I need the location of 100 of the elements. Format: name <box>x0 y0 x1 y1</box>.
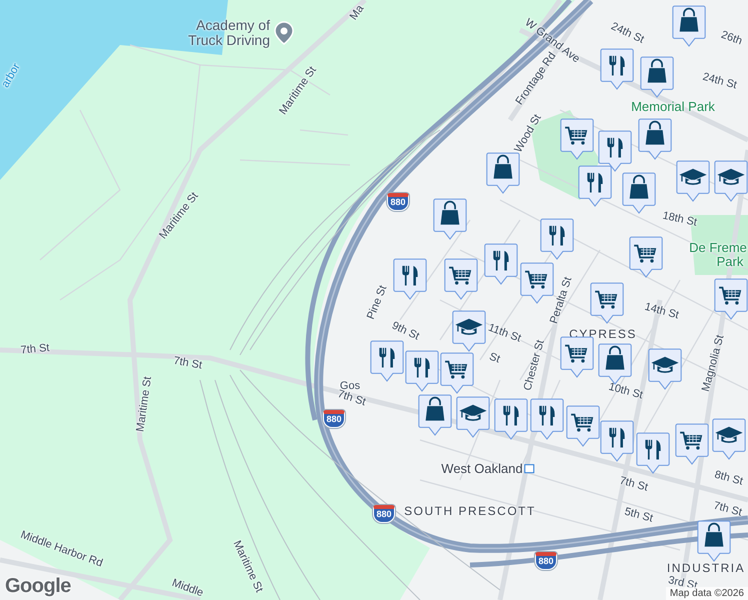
shopping-bag-icon <box>494 154 512 179</box>
shopping-bag-icon <box>426 396 444 421</box>
map-pin[interactable] <box>600 48 634 91</box>
shopping-bag-icon <box>704 522 724 547</box>
map-pin[interactable] <box>622 172 656 215</box>
map-pin[interactable] <box>393 258 427 301</box>
shopping-cart-icon <box>719 286 742 305</box>
street-name: 7th St <box>172 354 203 372</box>
graduation-cap-icon <box>455 318 483 335</box>
map-pin[interactable] <box>370 340 404 383</box>
street-name: 9th St <box>390 320 422 343</box>
map-pin[interactable] <box>433 198 467 241</box>
map-pin[interactable] <box>452 310 486 353</box>
highway-shield: 880 <box>323 410 345 428</box>
park-name: Park <box>716 255 744 270</box>
street-name: 5th St <box>623 506 654 525</box>
fork-knife-icon <box>645 440 661 460</box>
street-name: Pine St <box>364 284 390 322</box>
street-name: Peralta St <box>548 276 574 326</box>
map-pin[interactable] <box>540 218 574 261</box>
transit-icon <box>524 464 535 474</box>
shopping-cart-icon <box>595 290 618 309</box>
map-pin[interactable] <box>672 5 706 48</box>
map-pin[interactable] <box>714 160 748 203</box>
fork-knife-icon <box>379 348 395 368</box>
map-pin[interactable] <box>714 278 748 321</box>
map-pin[interactable] <box>697 520 731 563</box>
map-pin[interactable] <box>566 405 600 448</box>
place-name: Academy of Truck Driving <box>187 18 270 48</box>
highway-shield: 880 <box>535 552 557 570</box>
map-data-text: Map data ©2026 <box>666 587 748 600</box>
map-pin[interactable] <box>598 130 632 173</box>
fork-knife-icon <box>503 406 519 426</box>
street-name: Middle <box>170 576 205 600</box>
map-pin[interactable] <box>456 396 490 439</box>
station-name: West Oakland <box>441 462 523 476</box>
street-name: 14th St <box>643 300 680 322</box>
street-name: Chester St <box>522 338 547 392</box>
map-pin[interactable] <box>648 348 682 391</box>
shopping-cart-icon <box>445 360 468 379</box>
street-name: 8th St <box>713 468 744 488</box>
district-name: INDUSTRIA <box>666 562 746 576</box>
map-pin[interactable] <box>560 118 594 161</box>
fork-knife-icon <box>549 226 565 246</box>
highway-shield: 880 <box>387 193 409 211</box>
map-pin[interactable] <box>486 152 520 195</box>
shopping-bag-icon <box>680 8 698 32</box>
shopping-bag-icon <box>630 174 648 199</box>
fork-knife-icon <box>539 406 555 426</box>
map-pin[interactable] <box>675 423 709 466</box>
fork-knife-icon <box>607 138 623 158</box>
highway-shield: 880 <box>373 505 395 523</box>
park-name: De Freme <box>689 241 747 256</box>
map-pin[interactable] <box>640 56 674 99</box>
fork-knife-icon <box>587 172 603 192</box>
graduation-cap-icon <box>651 356 679 373</box>
map-pin[interactable] <box>444 258 478 301</box>
map-pin[interactable] <box>636 432 670 475</box>
fork-knife-icon <box>493 250 509 270</box>
map-pin[interactable] <box>712 418 746 461</box>
map-pin[interactable] <box>405 350 439 393</box>
fork-knife-icon <box>609 428 625 448</box>
shopping-cart-icon <box>565 126 588 145</box>
street-name: St <box>488 350 502 366</box>
shopping-cart-icon <box>571 414 594 432</box>
map-pin[interactable] <box>629 236 663 279</box>
shopping-cart-icon <box>525 270 548 289</box>
map-pin[interactable] <box>494 398 528 441</box>
street-name: 18th St <box>661 210 698 229</box>
street-name: 7th St <box>712 500 744 519</box>
street-name: 7th St <box>336 388 368 408</box>
street-name: 24th St <box>701 70 738 92</box>
street-name: Ma <box>348 3 366 22</box>
shopping-bag-icon <box>646 120 664 145</box>
graduation-cap-icon <box>715 426 743 443</box>
map-pin[interactable] <box>600 420 634 463</box>
graduation-cap-icon <box>717 168 745 185</box>
street-name: Magnolia St <box>700 334 727 393</box>
map-pin[interactable] <box>578 165 612 208</box>
street-name: Maritime St <box>134 376 154 433</box>
district-name: SOUTH PRESCOTT <box>404 505 536 518</box>
location-pin-icon <box>274 20 294 45</box>
map-pin[interactable] <box>638 118 672 161</box>
shopping-cart-icon <box>449 266 472 285</box>
graduation-cap-icon <box>679 168 707 185</box>
street-name: 7th St <box>618 474 650 494</box>
shopping-bag-icon <box>440 200 460 225</box>
shopping-bag-icon <box>606 346 624 370</box>
park-name: Memorial Park <box>631 100 715 114</box>
map-pin[interactable] <box>590 282 624 325</box>
map-pin[interactable] <box>676 160 710 203</box>
fork-knife-icon <box>414 358 430 378</box>
map-pin[interactable] <box>418 394 452 437</box>
street-name: 11th St <box>486 322 523 345</box>
logo-text: Google <box>5 575 71 598</box>
map-pin[interactable] <box>484 243 518 286</box>
map-pin[interactable] <box>440 352 474 395</box>
fork-knife-icon <box>402 266 418 286</box>
map-pin[interactable] <box>530 398 564 441</box>
street-name: 10th St <box>607 380 644 402</box>
